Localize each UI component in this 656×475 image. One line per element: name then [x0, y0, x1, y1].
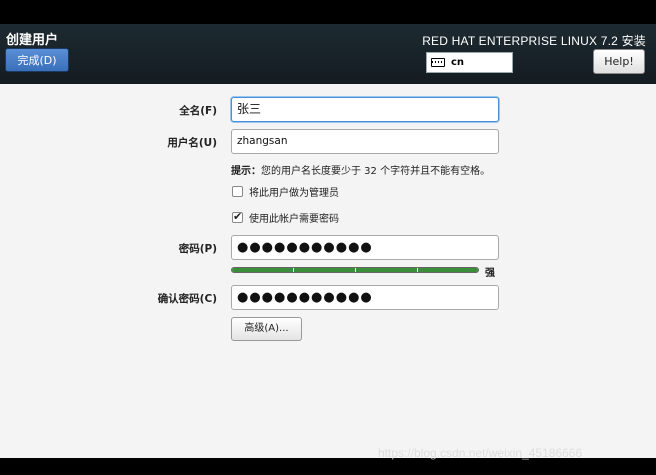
keyboard-layout-text: cn — [451, 57, 465, 68]
username-label: 用户名(U) — [167, 137, 217, 149]
require-password-checkbox[interactable] — [232, 210, 243, 223]
password-strength-bar — [231, 267, 479, 273]
require-password-label: 使用此帐户需要密码 — [249, 214, 339, 225]
admin-checkbox[interactable] — [232, 186, 243, 197]
confirm-password-field[interactable]: ●●●●●●●●●●● — [231, 285, 499, 310]
page-title: 创建用户 — [6, 33, 59, 48]
fullname-field[interactable]: 张三 — [231, 97, 499, 122]
hint-text: 您的用户名长度要少于 32 个字符并且不能有空格。 — [261, 166, 491, 177]
watermark-text: https://blog.csdn.net/weixin_45186666 — [378, 446, 583, 460]
password-strength-label: 强 — [485, 268, 495, 279]
advanced-button[interactable]: 高级(A)... — [231, 317, 302, 341]
admin-checkbox-label: 将此用户做为管理员 — [249, 188, 339, 199]
hint-prefix: 提示： — [231, 166, 261, 177]
keyboard-icon — [431, 58, 445, 67]
password-label: 密码(P) — [178, 243, 217, 255]
help-button[interactable]: Help! — [593, 49, 645, 74]
keyboard-layout-indicator[interactable]: cn — [426, 52, 513, 73]
top-bar — [0, 0, 656, 24]
fullname-label: 全名(F) — [179, 105, 217, 117]
require-password-checkbox-row[interactable]: 使用此帐户需要密码 — [232, 210, 339, 225]
username-hint: 提示：您的用户名长度要少于 32 个字符并且不能有空格。 — [231, 162, 490, 177]
password-field[interactable]: ●●●●●●●●●●● — [231, 235, 499, 260]
bottom-bar — [0, 458, 656, 475]
admin-checkbox-row[interactable]: 将此用户做为管理员 — [232, 184, 339, 199]
username-field[interactable]: zhangsan — [231, 129, 499, 154]
password-strength-fill — [232, 268, 478, 272]
done-button[interactable]: 完成(D) — [5, 48, 69, 72]
product-title: RED HAT ENTERPRISE LINUX 7.2 安装 — [422, 34, 646, 48]
confirm-password-label: 确认密码(C) — [157, 293, 217, 305]
create-user-form: 全名(F) 张三 用户名(U) zhangsan 提示：您的用户名长度要少于 3… — [0, 84, 656, 458]
header-bar: 创建用户 完成(D) RED HAT ENTERPRISE LINUX 7.2 … — [0, 24, 656, 84]
